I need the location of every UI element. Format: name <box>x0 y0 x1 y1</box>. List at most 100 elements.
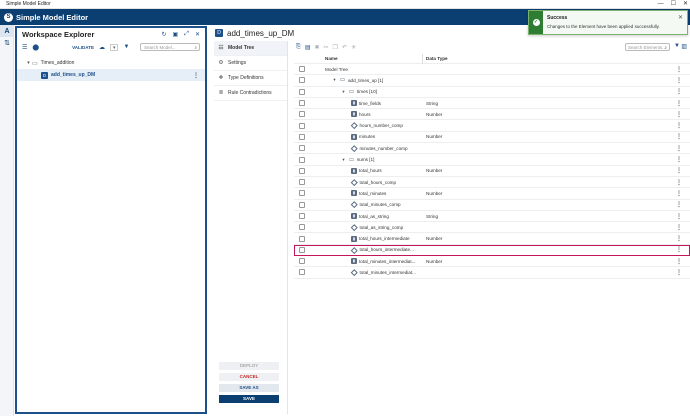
row-checkbox[interactable] <box>299 133 305 140</box>
table-row[interactable]: total_as_string_comp ⋮ <box>294 222 690 234</box>
bulb-icon[interactable]: ☀ <box>351 44 356 51</box>
new-folder-icon[interactable]: ▣ <box>172 31 178 38</box>
row-checkbox[interactable] <box>299 66 305 73</box>
more-options-icon[interactable]: ⋮ <box>676 145 682 152</box>
more-options-icon[interactable]: ⋮ <box>676 100 682 107</box>
element-search-input[interactable]: Search Elements... ⌕ <box>625 43 670 51</box>
row-checkbox[interactable] <box>299 258 305 265</box>
row-checkbox[interactable] <box>299 190 305 197</box>
row-checkbox[interactable] <box>299 167 305 174</box>
more-options-icon[interactable]: ⋮ <box>676 224 682 231</box>
more-options-icon[interactable]: ⋮ <box>676 66 682 73</box>
cloud-dropdown[interactable]: ▾ <box>109 43 119 51</box>
nav-type-definitions[interactable]: ❖ Type Definitions <box>214 71 287 86</box>
undo-icon[interactable]: ↶ <box>342 44 347 51</box>
chevron-down-icon[interactable]: ▾ <box>25 60 32 66</box>
table-row[interactable]: ▮ total_minutes_intermediat... Number ⋮ <box>294 256 690 268</box>
table-row[interactable]: total_minutes_comp ⋮ <box>294 200 690 211</box>
table-row[interactable]: ▾ ▭ times [10] ⋮ <box>294 87 690 98</box>
more-options-icon[interactable]: ⋮ <box>676 179 682 186</box>
column-header-name[interactable]: Name <box>325 56 338 61</box>
more-options-icon[interactable]: ⋮ <box>676 246 682 253</box>
tree-item-folder[interactable]: ▾ ▭ Times_addition <box>17 57 205 69</box>
toast-close-icon[interactable]: ✕ <box>678 14 683 21</box>
more-options-icon[interactable]: ⋮ <box>676 190 682 197</box>
more-options-icon[interactable]: ⋮ <box>676 133 682 140</box>
table-row[interactable]: ▮ total_minutes Number ⋮ <box>294 188 690 200</box>
row-checkbox[interactable] <box>299 201 305 208</box>
minimize-icon[interactable]: — <box>658 0 664 9</box>
explorer-search-input[interactable]: Search Model... ⌕ <box>140 43 200 51</box>
row-checkbox[interactable] <box>299 269 305 276</box>
table-row[interactable]: ▮ hours Number ⋮ <box>294 109 690 121</box>
refresh-icon[interactable]: ↻ <box>161 31 166 38</box>
expand-icon[interactable]: ⤢ <box>184 31 189 38</box>
more-options-icon[interactable]: ⋮ <box>676 258 682 265</box>
row-checkbox[interactable] <box>299 145 305 152</box>
row-checkbox[interactable] <box>299 122 305 129</box>
more-options-icon[interactable]: ⋮ <box>676 88 682 95</box>
table-row[interactable]: ▾ ▭ sums [1] ⋮ <box>294 154 690 166</box>
duplicate-icon[interactable]: ❐ <box>333 44 338 51</box>
close-panel-icon[interactable]: ✕ <box>195 31 200 38</box>
table-row[interactable]: ▮ total_as_string String ⋮ <box>294 211 690 223</box>
more-options-icon[interactable]: ⋮ <box>676 156 682 163</box>
table-row[interactable]: total_hours_comp ⋮ <box>294 177 690 189</box>
cloud-icon[interactable]: ☁ <box>99 44 105 51</box>
chevron-down-icon[interactable]: ▾ <box>332 77 337 83</box>
more-options-icon[interactable]: ⋮ <box>676 269 682 276</box>
table-row[interactable]: total_hours_intermediate... ⋮ <box>294 244 690 257</box>
table-row[interactable]: hours_number_comp ⋮ <box>294 120 690 132</box>
more-options-icon[interactable]: ⋮ <box>676 201 682 208</box>
save-as-button[interactable]: SAVE AS <box>219 384 279 392</box>
row-checkbox[interactable] <box>299 156 305 163</box>
more-options-icon[interactable]: ⋮ <box>676 77 682 84</box>
row-checkbox[interactable] <box>299 246 305 253</box>
tree-item-dm[interactable]: D add_times_up_DM ⋮ <box>17 69 205 81</box>
nav-settings[interactable]: ⚙ Settings <box>214 56 287 71</box>
more-options-icon[interactable]: ⋮ <box>676 122 682 129</box>
menu-icon[interactable]: ☰ <box>22 44 27 51</box>
save-button[interactable]: SAVE <box>219 395 279 403</box>
validate-button[interactable]: VALIDATE <box>72 45 94 50</box>
more-options-icon[interactable]: ⋮ <box>676 111 682 118</box>
table-row[interactable]: ▮ total_hours_intermediate Number ⋮ <box>294 233 690 245</box>
row-checkbox[interactable] <box>299 179 305 186</box>
column-header-type[interactable]: Data Type <box>426 56 448 61</box>
chevron-down-icon[interactable]: ▾ <box>341 89 346 95</box>
row-checkbox[interactable] <box>299 224 305 231</box>
filter-icon[interactable]: ▼ <box>674 43 680 49</box>
row-checkbox[interactable] <box>299 77 305 84</box>
table-row[interactable]: ▮ time_fields String ⋮ <box>294 98 690 110</box>
table-row[interactable]: ▮ total_hours Number ⋮ <box>294 166 690 177</box>
paste-icon[interactable]: ▤ <box>305 44 311 51</box>
filter-icon[interactable]: ▼ <box>123 44 129 50</box>
table-row[interactable]: ▮ minutes Number ⋮ <box>294 132 690 144</box>
table-row[interactable]: total_minutes_intermediat... ⋮ <box>294 267 690 279</box>
deploy-button[interactable]: DEPLOY <box>219 362 279 370</box>
columns-icon[interactable]: ▥ <box>681 43 687 50</box>
rail-sort-button[interactable]: ⇅ <box>0 37 14 49</box>
close-icon[interactable]: ✕ <box>683 0 688 9</box>
row-checkbox[interactable] <box>299 100 305 107</box>
more-options-icon[interactable]: ⋮ <box>676 213 682 220</box>
more-options-icon[interactable]: ⋮ <box>676 167 682 174</box>
nav-rule-contradictions[interactable]: ≣ Rule Contradictions <box>214 86 287 101</box>
table-row[interactable]: Model Tree ⋮ <box>294 64 690 76</box>
cancel-button[interactable]: CANCEL <box>219 373 279 381</box>
row-checkbox[interactable] <box>299 235 305 242</box>
rail-explorer-button[interactable]: A <box>0 25 14 37</box>
maximize-icon[interactable]: ☐ <box>671 0 676 9</box>
chevron-down-icon[interactable]: ▾ <box>341 157 346 163</box>
more-options-icon[interactable]: ⋮ <box>676 235 682 242</box>
copy-icon[interactable]: ⎘ <box>296 44 301 51</box>
table-row[interactable]: ▾ ▭ add_times_up [1] ⋮ <box>294 75 690 87</box>
nav-model-tree[interactable]: ☷ Model Tree <box>214 41 287 56</box>
delete-icon[interactable]: ✖ <box>314 44 319 51</box>
row-checkbox[interactable] <box>299 111 305 118</box>
table-row[interactable]: minutes_number_comp ⋮ <box>294 143 690 155</box>
row-checkbox[interactable] <box>299 88 305 95</box>
add-icon[interactable]: ⬤ <box>32 44 39 51</box>
more-options-icon[interactable]: ⋮ <box>193 72 199 79</box>
row-checkbox[interactable] <box>299 213 305 219</box>
